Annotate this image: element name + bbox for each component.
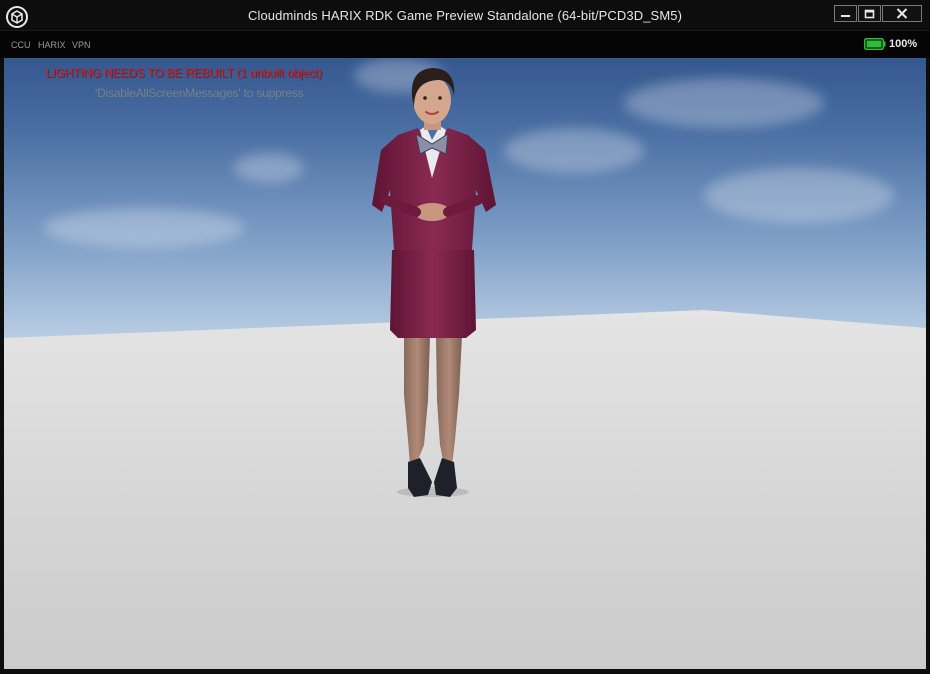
minimize-icon — [841, 14, 850, 17]
suppress-messages-hint: 'DisableAllScreenMessages' to suppress — [95, 86, 304, 100]
floor-plane — [4, 310, 926, 669]
menu-item-harix[interactable]: HARIX — [38, 40, 66, 50]
maximize-icon — [864, 9, 875, 18]
maximize-button[interactable] — [858, 5, 881, 22]
close-icon — [896, 8, 908, 19]
top-toolbar: CCU HARIX VPN 100% — [0, 31, 930, 58]
close-button[interactable] — [882, 5, 922, 22]
battery-percentage: 100% — [889, 38, 918, 50]
battery-icon — [864, 38, 886, 50]
title-bar[interactable]: Cloudminds HARIX RDK Game Preview Standa… — [0, 0, 930, 31]
game-viewport[interactable] — [4, 58, 926, 669]
window-title: Cloudminds HARIX RDK Game Preview Standa… — [247, 8, 683, 23]
window-frame-bottom — [0, 669, 930, 674]
minimize-button[interactable] — [834, 5, 857, 22]
menu-item-vpn[interactable]: VPN — [72, 40, 91, 50]
menu-item-ccu[interactable]: CCU — [11, 40, 31, 50]
lighting-warning-message: LIGHTING NEEDS TO BE REBUILT (1 unbuilt … — [46, 66, 322, 80]
window-frame-right — [926, 58, 930, 669]
